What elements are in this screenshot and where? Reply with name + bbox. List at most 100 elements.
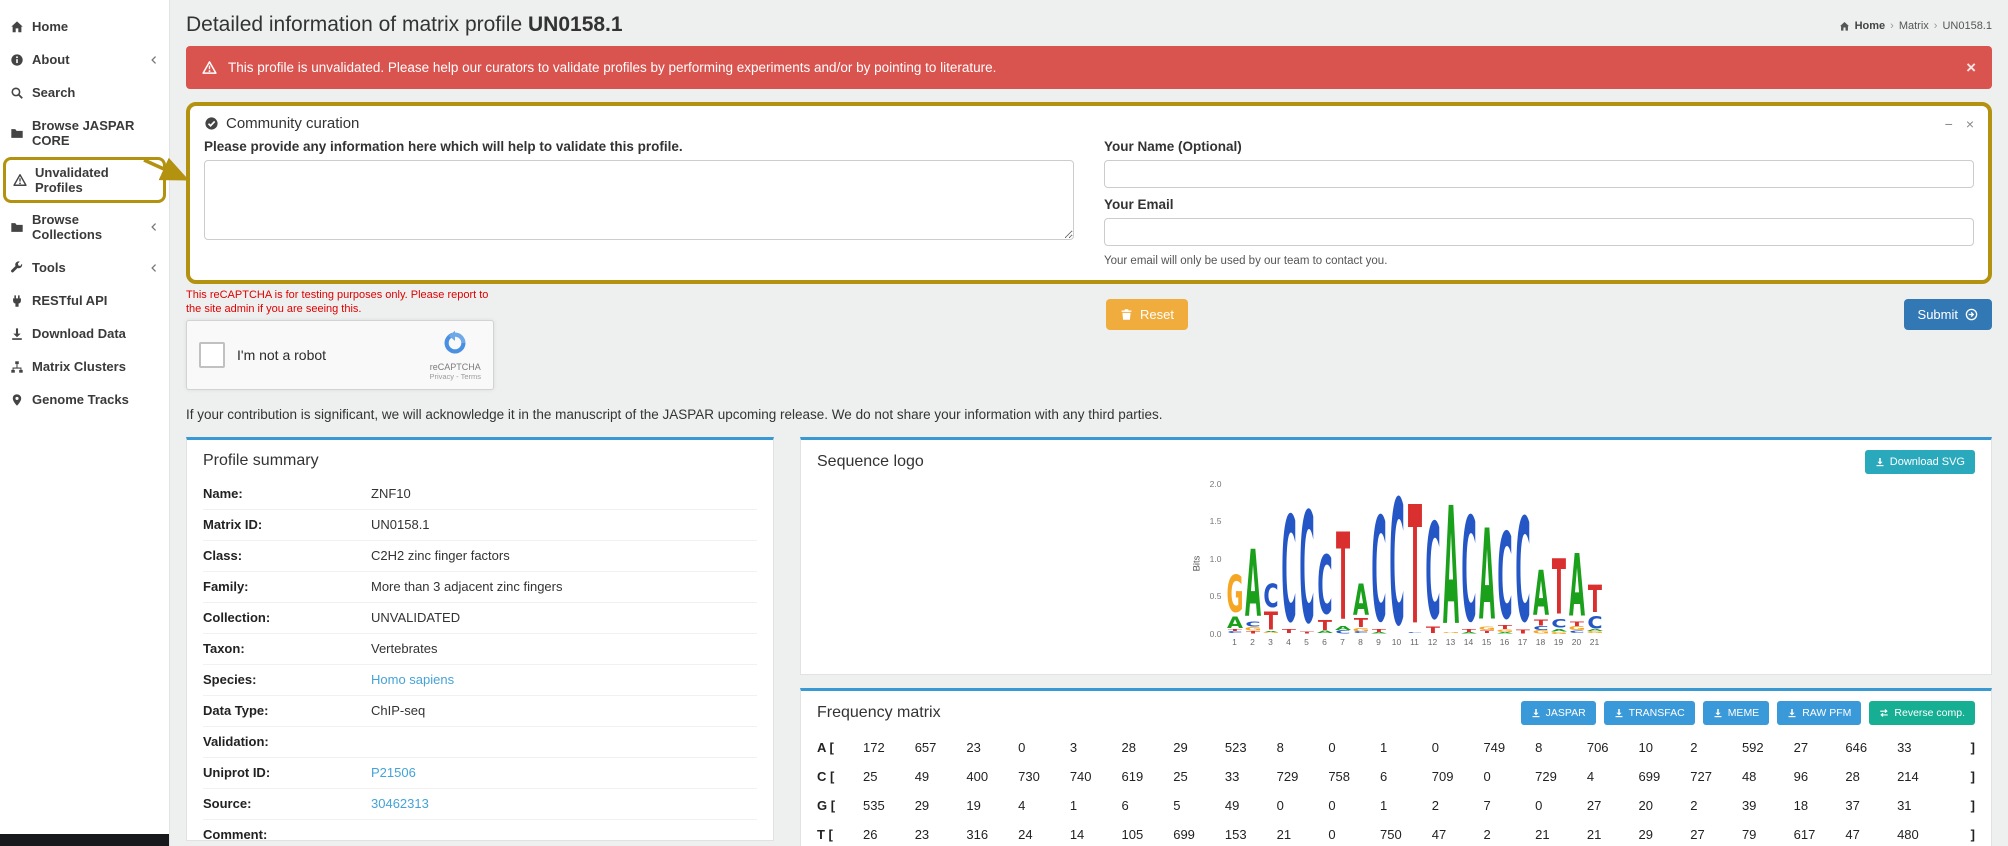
submit-button[interactable]: Submit: [1904, 299, 1992, 330]
logo-letter-T: T: [1280, 629, 1298, 633]
profile-row-class: Class:C2H2 zinc finger factors: [203, 540, 757, 571]
svg-text:T: T: [1515, 629, 1530, 634]
matrix-cell: 758: [1328, 762, 1380, 791]
profile-value-link[interactable]: 30462313: [371, 796, 429, 811]
alert-text: This profile is unvalidated. Please help…: [228, 60, 996, 75]
matrix-id: UN0158.1: [528, 13, 623, 36]
sequence-logo-title: Sequence logo: [817, 453, 924, 471]
matrix-cell: 699: [1639, 762, 1691, 791]
matrix-cell: 24: [1018, 820, 1070, 846]
logo-letter-C: C: [1370, 504, 1388, 629]
svg-text:A: A: [1496, 632, 1513, 634]
logo-letter-A: A: [1316, 630, 1334, 633]
profile-value-link[interactable]: Homo sapiens: [371, 672, 454, 687]
alert-close-icon[interactable]: ×: [1966, 59, 1976, 76]
logo-letter-C: C: [1496, 522, 1514, 625]
profile-row-family: Family:More than 3 adjacent zinc fingers: [203, 571, 757, 602]
sidebar-item-browse-collections[interactable]: Browse Collections: [0, 203, 169, 251]
matrix-cell: 7: [1483, 791, 1535, 820]
matrix-cell: 37: [1845, 791, 1897, 820]
matrix-row-label: T [: [817, 820, 863, 846]
transfac-button[interactable]: TRANSFAC: [1604, 701, 1695, 725]
logo-x-tick: 10: [1388, 637, 1406, 647]
matrix-row-C: C [2549400730740619253372975867090729469…: [817, 762, 1975, 791]
matrix-cell: 29: [1639, 820, 1691, 846]
matrix-cell: 25: [863, 762, 915, 791]
logo-letter-C: C: [1298, 498, 1316, 631]
breadcrumb-current: UN0158.1: [1942, 20, 1992, 32]
logo-letter-T: T: [1424, 626, 1442, 634]
sidebar-item-download-data[interactable]: Download Data: [0, 317, 169, 350]
logo-x-tick: 20: [1568, 637, 1586, 647]
logo-letter-C: C: [1586, 615, 1604, 629]
chevron-left-icon: [149, 55, 159, 65]
logo-column: CTGA: [1496, 484, 1514, 634]
sidebar-item-restful-api[interactable]: RESTful API: [0, 284, 169, 317]
matrix-cell: 29: [1173, 733, 1225, 762]
profile-label: Matrix ID:: [203, 509, 371, 540]
sidebar-item-search[interactable]: Search: [0, 76, 169, 109]
profile-value: ChIP-seq: [371, 703, 425, 718]
recaptcha-checkbox[interactable]: [199, 342, 225, 368]
svg-text:A: A: [1316, 630, 1333, 633]
sidebar-item-browse-jaspar-core[interactable]: Browse JASPAR CORE: [0, 109, 169, 157]
breadcrumb-home[interactable]: Home: [1855, 20, 1886, 32]
logo-letter-T: T: [1514, 629, 1532, 634]
breadcrumb-section[interactable]: Matrix: [1899, 20, 1929, 32]
download-svg-button[interactable]: Download SVG: [1865, 450, 1975, 474]
sidebar-nav: Home AboutSearchBrowse JASPAR COREUnvalid…: [0, 10, 169, 416]
sidebar-item-label: Home: [32, 19, 68, 34]
name-input[interactable]: [1104, 160, 1974, 188]
sidebar-item-label: Genome Tracks: [32, 392, 129, 407]
meme-button[interactable]: MEME: [1703, 701, 1770, 725]
sidebar-item-unvalidated-profiles[interactable]: Unvalidated Profiles: [3, 157, 166, 203]
sidebar-item-matrix-clusters[interactable]: Matrix Clusters: [0, 350, 169, 383]
matrix-cell: 749: [1483, 733, 1535, 762]
matrix-cell: 1: [1070, 791, 1122, 820]
sidebar-item-tools[interactable]: Tools: [0, 251, 169, 284]
profile-label: Data Type:: [203, 695, 371, 726]
matrix-cell: 23: [966, 733, 1018, 762]
matrix-cell: 2: [1690, 733, 1742, 762]
email-input[interactable]: [1104, 218, 1974, 246]
logo-letter-A: A: [1370, 632, 1388, 633]
close-icon[interactable]: ×: [1966, 117, 1974, 131]
matrix-cell: 19: [966, 791, 1018, 820]
sidebar-item-home[interactable]: Home: [0, 10, 169, 43]
sidebar-item-about[interactable]: About: [0, 43, 169, 76]
profile-label: Name:: [203, 479, 371, 510]
svg-text:T: T: [1317, 619, 1331, 631]
main-content: Detailed information of matrix profile U…: [170, 0, 2008, 846]
logo-y-tick: 1.5: [1210, 516, 1222, 526]
profile-row-taxon: Taxon:Vertebrates: [203, 633, 757, 664]
curation-info-label: Please provide any information here whic…: [204, 139, 1074, 154]
matrix-cell: 740: [1070, 762, 1122, 791]
logo-letter-T: T: [1532, 619, 1550, 626]
svg-text:A: A: [1352, 580, 1368, 617]
matrix-cell: 0: [1328, 791, 1380, 820]
profile-value-link[interactable]: P21506: [371, 765, 416, 780]
frequency-matrix-card: Frequency matrix JASPARTRANSFACMEMERAW P…: [800, 688, 1992, 846]
svg-text:C: C: [1335, 630, 1350, 634]
recaptcha-privacy-terms[interactable]: Privacy - Terms: [429, 372, 481, 381]
matrix-cell: 727: [1690, 762, 1742, 791]
profile-row-uniprot-id: Uniprot ID:P21506: [203, 757, 757, 788]
matrix-cell: 0: [1277, 791, 1329, 820]
matrix-cell: 730: [1018, 762, 1070, 791]
svg-text:T: T: [1299, 631, 1313, 634]
sidebar-item-genome-tracks[interactable]: Genome Tracks: [0, 383, 169, 416]
reset-button[interactable]: Reset: [1106, 299, 1188, 330]
app-window: Home AboutSearchBrowse JASPAR COREUnvalid…: [0, 0, 2008, 846]
matrix-cell: 617: [1794, 820, 1846, 846]
raw-pfm-button[interactable]: RAW PFM: [1777, 701, 1861, 725]
download-icon: [1875, 457, 1885, 467]
reverse-comp-button[interactable]: Reverse comp.: [1869, 701, 1975, 725]
minimize-icon[interactable]: −: [1945, 117, 1953, 131]
jaspar-button[interactable]: JASPAR: [1521, 701, 1596, 725]
logo-x-axis: 123456789101112131415161718192021: [1226, 637, 1604, 647]
matrix-cell: 0: [1483, 762, 1535, 791]
curation-info-textarea[interactable]: [204, 160, 1074, 240]
svg-text:A: A: [1478, 518, 1494, 626]
logo-column: TC: [1406, 484, 1424, 634]
logo-letter-T: T: [1262, 609, 1280, 631]
